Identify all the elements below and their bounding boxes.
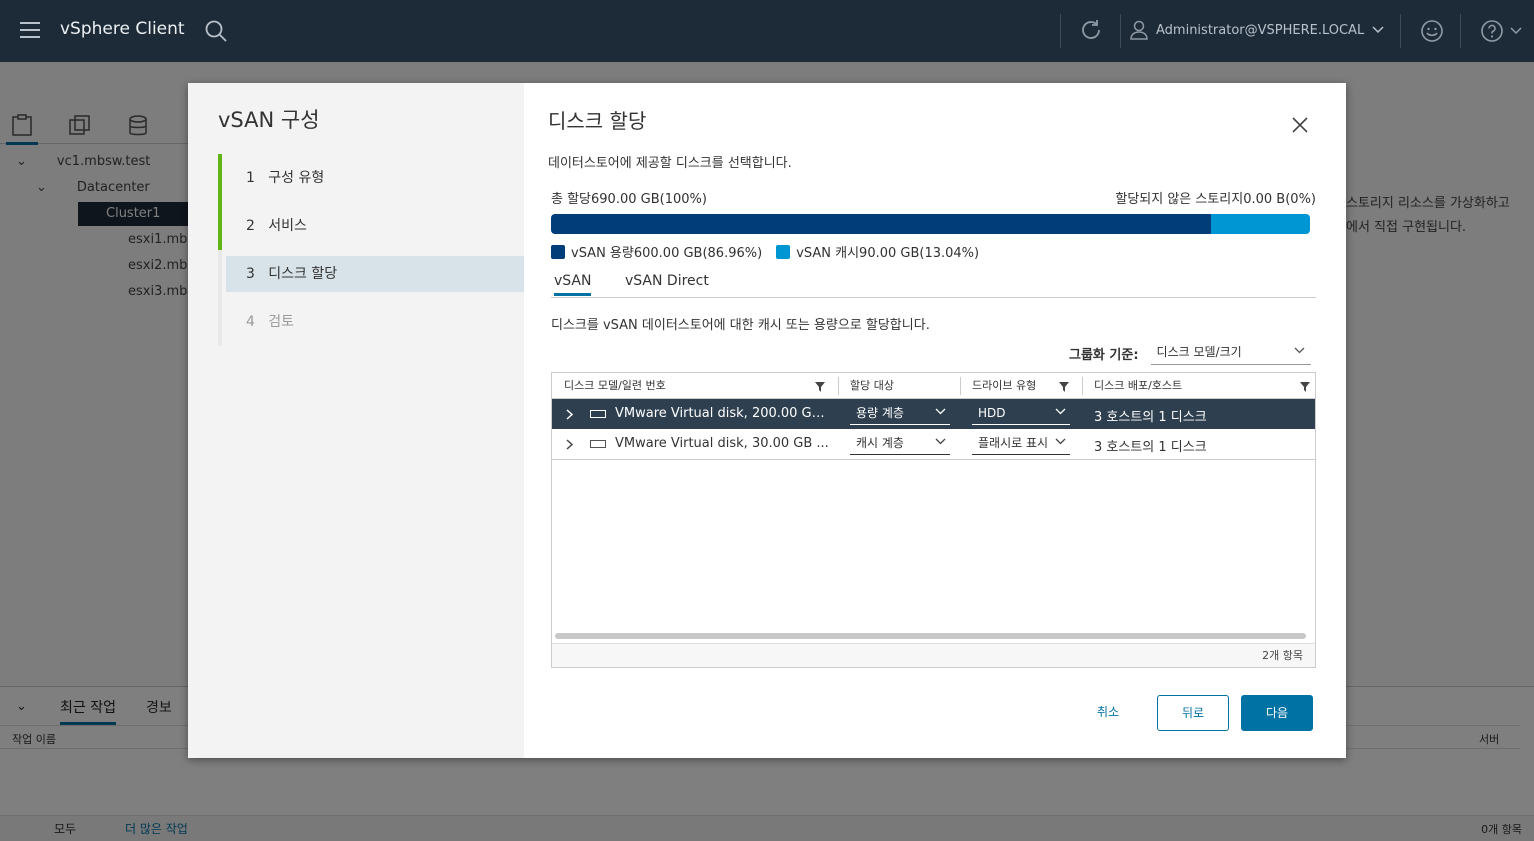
total-allocation: 총 할당690.00 GB(100%)	[551, 192, 707, 207]
filter-icon[interactable]	[815, 382, 825, 392]
col-disk-model[interactable]: 디스크 모델/일련 번호	[552, 373, 666, 399]
disk-distribution: 3 호스트의 1 디스크	[1094, 410, 1207, 425]
vsan-config-wizard: vSAN 구성 1 구성 유형 2 서비스 3 디스크 할당 4 검토 디스크 …	[188, 83, 1346, 758]
header-divider	[1400, 14, 1401, 48]
allocation-bar	[551, 214, 1310, 234]
col-disk-distribution[interactable]: 디스크 배포/호스트	[1082, 373, 1182, 399]
wizard-content: 디스크 할당 데이터스토어에 제공할 디스크를 선택합니다. 총 할당690.0…	[548, 83, 1346, 758]
user-menu[interactable]: Administrator@VSPHERE.LOCAL	[1130, 20, 1384, 40]
header-divider	[1460, 14, 1461, 48]
disk-model: VMware Virtual disk, 30.00 GB ...	[615, 436, 829, 451]
tab-vsan-direct[interactable]: vSAN Direct	[625, 273, 709, 289]
wizard-title: vSAN 구성	[218, 108, 320, 132]
app-title[interactable]: vSphere Client	[60, 19, 185, 39]
col-claim-as[interactable]: 할당 대상	[838, 373, 894, 399]
chevron-right-icon[interactable]	[566, 439, 574, 450]
disk-table: 디스크 모델/일련 번호 할당 대상 드라이브 유형 디스크 배포/호스트 VM…	[551, 372, 1316, 668]
search-icon[interactable]	[204, 19, 228, 43]
legend-capacity: vSAN 용량600.00 GB(86.96%)	[551, 242, 762, 261]
row-divider	[552, 459, 1315, 460]
chevron-right-icon[interactable]	[566, 409, 574, 420]
table-header: 디스크 모델/일련 번호 할당 대상 드라이브 유형 디스크 배포/호스트	[552, 373, 1315, 399]
back-button[interactable]: 뒤로	[1157, 695, 1229, 731]
horizontal-scrollbar[interactable]	[555, 633, 1306, 639]
wizard-step-4: 4 검토	[218, 298, 524, 346]
tab-description: 디스크를 vSAN 데이터스토어에 대한 캐시 또는 용량으로 할당합니다.	[551, 318, 930, 333]
allocation-legend: vSAN 용량600.00 GB(86.96%) vSAN 캐시90.00 GB…	[551, 242, 979, 261]
cache-segment	[1211, 214, 1310, 234]
next-button[interactable]: 다음	[1241, 695, 1313, 731]
help-icon	[1481, 20, 1503, 42]
claim-select[interactable]: 캐시 계층	[850, 433, 950, 455]
wizard-steps: 1 구성 유형 2 서비스 3 디스크 할당 4 검토	[218, 154, 524, 346]
unallocated-storage: 할당되지 않은 스토리지0.00 B(0%)	[1115, 192, 1316, 207]
user-name: Administrator@VSPHERE.LOCAL	[1156, 22, 1365, 38]
wizard-step-1[interactable]: 1 구성 유형	[218, 154, 524, 202]
page-description: 데이터스토어에 제공할 디스크를 선택합니다.	[548, 156, 792, 171]
disk-icon	[590, 440, 606, 448]
drive-type-select[interactable]: 플래시로 표시	[972, 433, 1070, 455]
disk-model: VMware Virtual disk, 200.00 GB...	[615, 406, 829, 421]
table-row[interactable]: VMware Virtual disk, 30.00 GB ... 캐시 계층 …	[552, 429, 1315, 459]
legend-cache: vSAN 캐시90.00 GB(13.04%)	[776, 242, 979, 261]
drive-type-select[interactable]: HDD	[972, 403, 1070, 425]
menu-icon[interactable]	[20, 22, 40, 38]
close-icon[interactable]	[1292, 117, 1308, 133]
chevron-down-icon	[1294, 347, 1304, 354]
disk-tabs: vSAN vSAN Direct	[551, 269, 1316, 298]
col-drive-type[interactable]: 드라이브 유형	[960, 373, 1036, 399]
claim-select[interactable]: 용량 계층	[850, 403, 950, 425]
chevron-down-icon	[1510, 27, 1522, 35]
chevron-down-icon	[935, 438, 946, 445]
grouping-select[interactable]: 디스크 모델/크기	[1150, 341, 1311, 365]
chevron-down-icon	[1055, 408, 1066, 415]
grouping-control: 그룹화 기준: 디스크 모델/크기	[1069, 341, 1311, 365]
legend-swatch	[776, 245, 791, 259]
top-header: vSphere Client Administrator@VSPHERE.LOC…	[0, 0, 1534, 62]
help-menu[interactable]	[1480, 19, 1522, 43]
page-title: 디스크 할당	[548, 109, 647, 133]
chevron-down-icon	[1055, 438, 1066, 445]
chevron-down-icon	[1372, 26, 1384, 34]
disk-icon	[590, 410, 606, 418]
cancel-button[interactable]: 취소	[1078, 695, 1138, 731]
header-divider	[1060, 14, 1061, 48]
refresh-icon[interactable]	[1079, 18, 1103, 42]
feedback-smiley-icon[interactable]	[1420, 19, 1444, 43]
wizard-step-2[interactable]: 2 서비스	[218, 202, 524, 250]
wizard-step-3[interactable]: 3 디스크 할당	[218, 250, 524, 298]
table-row[interactable]: VMware Virtual disk, 200.00 GB... 용량 계층 …	[552, 399, 1315, 429]
user-icon	[1130, 20, 1148, 40]
filter-icon[interactable]	[1300, 382, 1310, 392]
filter-icon[interactable]	[1059, 382, 1069, 392]
grouping-label: 그룹화 기준:	[1069, 347, 1139, 363]
legend-swatch	[551, 245, 565, 259]
header-divider	[1120, 14, 1121, 48]
capacity-segment	[551, 214, 1211, 234]
disk-distribution: 3 호스트의 1 디스크	[1094, 440, 1207, 455]
tab-vsan[interactable]: vSAN	[554, 273, 592, 296]
chevron-down-icon	[935, 408, 946, 415]
table-footer: 2개 항목	[552, 643, 1315, 667]
wizard-sidebar: vSAN 구성 1 구성 유형 2 서비스 3 디스크 할당 4 검토	[188, 83, 524, 758]
